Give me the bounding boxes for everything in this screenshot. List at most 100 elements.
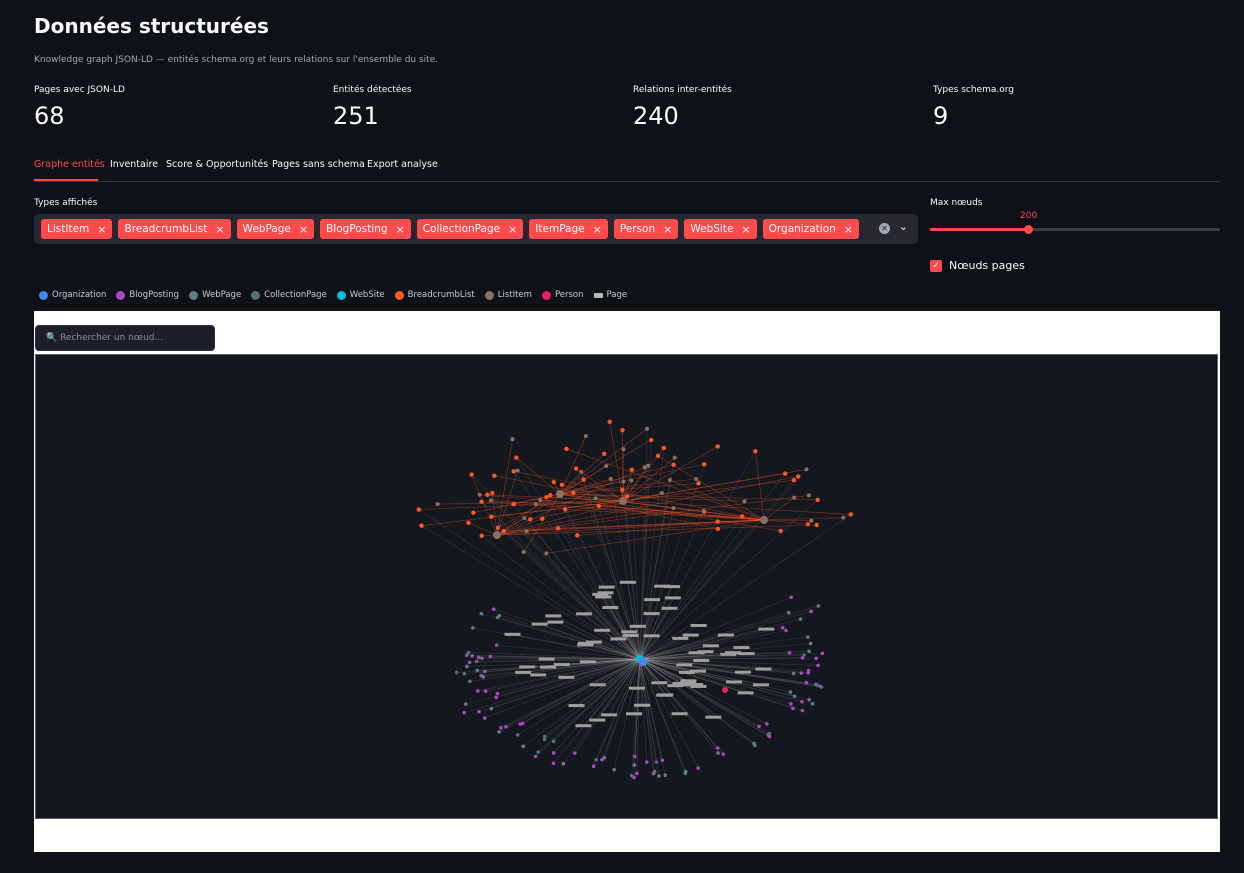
legend-label: BlogPosting — [129, 290, 180, 300]
graph-node — [789, 595, 793, 600]
tab-pages-sans-schema[interactable]: Pages sans schema — [272, 159, 365, 170]
remove-chip-icon[interactable]: × — [299, 223, 308, 236]
graph-node — [533, 502, 538, 507]
graph-node — [804, 467, 809, 472]
graph-node-page — [629, 686, 646, 690]
type-chip[interactable]: CollectionPage × — [416, 219, 524, 239]
remove-chip-icon[interactable]: × — [508, 223, 517, 236]
graph-node — [471, 625, 475, 630]
graph-node — [485, 492, 490, 497]
graph-edge — [634, 658, 641, 757]
graph-node — [435, 502, 440, 507]
graph-node — [663, 773, 667, 777]
legend-swatch — [394, 290, 404, 300]
graph-node — [515, 733, 520, 737]
graph-node-page — [553, 663, 570, 667]
legend-swatch — [593, 292, 603, 298]
graph-node — [479, 611, 484, 616]
graph-node — [814, 522, 819, 528]
graph-node-page — [538, 657, 555, 661]
types-multiselect[interactable]: ListItem × BreadcrumbList × WebPage × BlogPost… — [34, 214, 918, 244]
page-nodes-checkbox[interactable]: ✓ — [930, 260, 942, 272]
max-nodes-slider[interactable] — [930, 225, 1220, 234]
graph-node — [538, 497, 543, 502]
remove-chip-icon[interactable]: × — [844, 223, 853, 236]
graph-node-page — [643, 634, 660, 638]
graph-node-page — [755, 667, 772, 671]
graph-node — [644, 760, 649, 764]
node-search-input[interactable]: 🔍 Rechercher un nœud... — [35, 325, 215, 351]
slider-thumb[interactable] — [1024, 225, 1033, 234]
graph-node-page — [654, 584, 671, 588]
graph-node — [564, 446, 569, 451]
graph-node — [511, 501, 516, 507]
legend-item: Page — [593, 290, 628, 300]
graph-node — [510, 437, 515, 442]
graph-node — [475, 689, 480, 693]
remove-chip-icon[interactable]: × — [396, 223, 405, 236]
graph-node-page — [717, 633, 734, 637]
graph-node — [715, 519, 720, 524]
tab-inventaire[interactable]: Inventaire — [110, 159, 158, 170]
graph-node — [479, 499, 484, 504]
metric-label: Types schema.org — [933, 85, 1015, 95]
graph-node-page — [676, 663, 693, 667]
remove-chip-icon[interactable]: × — [593, 223, 602, 236]
graph-node-page — [753, 683, 770, 687]
remove-chip-icon[interactable]: × — [741, 223, 750, 236]
graph-node — [494, 695, 498, 700]
chip-list: ListItem × BreadcrumbList × WebPage × BlogPost… — [41, 219, 859, 239]
graph-node — [489, 514, 494, 519]
graph-node — [608, 476, 613, 481]
graph-node — [791, 671, 796, 676]
clear-icon[interactable]: ✕ — [879, 223, 890, 234]
graph-node — [810, 701, 815, 706]
graph-node — [551, 751, 556, 755]
type-chip[interactable]: BlogPosting × — [320, 219, 411, 239]
graph-node-page — [568, 704, 585, 708]
tab-graphe-entites[interactable]: Graphe entités — [34, 159, 105, 170]
graph-node-page — [622, 633, 639, 637]
graph-node — [721, 752, 726, 756]
graph-node — [501, 528, 506, 534]
graph-node — [792, 495, 797, 500]
graph-node — [804, 680, 809, 685]
legend-swatch — [484, 290, 494, 300]
graph-node — [493, 531, 501, 539]
graph-node — [454, 670, 459, 675]
remove-chip-icon[interactable]: × — [215, 223, 224, 236]
remove-chip-icon[interactable]: × — [97, 223, 106, 236]
graph-edge — [496, 439, 513, 536]
graph-node — [465, 664, 469, 669]
graph-node — [518, 722, 523, 726]
legend-swatch — [189, 290, 199, 300]
chevron-down-icon[interactable]: ⌄ — [899, 220, 908, 233]
type-chip[interactable]: BreadcrumbList × — [118, 219, 231, 239]
tab-score-opportunites[interactable]: Score & Opportunités — [166, 159, 268, 170]
metric-value: 240 — [633, 102, 679, 130]
type-chip[interactable]: Person × — [613, 219, 679, 239]
type-chip[interactable]: WebPage × — [236, 219, 315, 239]
tab-bar: Graphe entités Inventaire Score & Opport… — [34, 152, 1220, 182]
graph-node — [488, 654, 493, 659]
metric-relations: Relations inter-entités 240 — [633, 85, 732, 130]
remove-chip-icon[interactable]: × — [663, 223, 672, 236]
graph-node — [579, 469, 584, 474]
type-chip[interactable]: WebSite × — [684, 219, 757, 239]
chip-label: BreadcrumbList — [124, 223, 208, 235]
graph-node — [848, 512, 853, 517]
type-chip[interactable]: ItemPage × — [529, 219, 608, 239]
graph-node — [715, 526, 721, 532]
graph-node — [672, 455, 677, 460]
graph-node-page — [644, 598, 661, 602]
legend-swatch — [251, 290, 261, 300]
legend-item: ListItem — [484, 290, 532, 300]
knowledge-graph-canvas[interactable] — [35, 354, 1218, 819]
chip-label: CollectionPage — [422, 223, 501, 235]
type-chip[interactable]: Organization × — [762, 219, 859, 239]
graph-node — [561, 761, 566, 766]
legend-label: Page — [606, 290, 628, 300]
tab-export-analyse[interactable]: Export analyse — [367, 159, 438, 170]
graph-node — [551, 739, 556, 744]
type-chip[interactable]: ListItem × — [41, 219, 113, 239]
